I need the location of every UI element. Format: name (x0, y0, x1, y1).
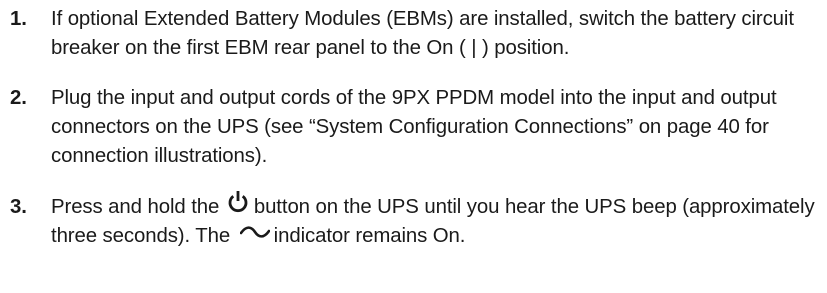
ac-line-icon (239, 218, 270, 247)
power-icon (227, 189, 249, 222)
step-3: 3. Press and hold the button on the UPS … (10, 191, 822, 251)
step-2-text: Plug the input and output cords of the 9… (51, 87, 777, 167)
step-3-text-part1: Press and hold the (51, 196, 220, 218)
step-1-text: If optional Extended Battery Modules (EB… (51, 8, 794, 59)
step-1-number: 1. (10, 8, 27, 30)
step-3-text-part3: indicator remains On. (273, 225, 466, 248)
step-1: 1. If optional Extended Battery Modules … (10, 5, 822, 63)
step-2-number: 2. (10, 87, 27, 109)
procedure-steps: 1. If optional Extended Battery Modules … (10, 0, 822, 251)
step-2: 2. Plug the input and output cords of th… (10, 84, 822, 171)
step-3-number: 3. (10, 196, 27, 218)
